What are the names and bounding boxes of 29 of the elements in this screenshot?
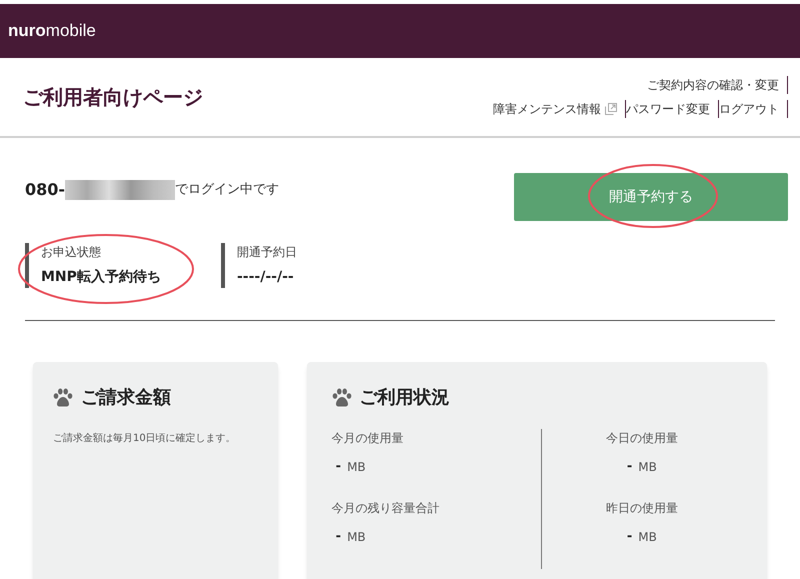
status-value: MNP転入予約待ち <box>41 268 162 287</box>
card-title: ご請求金額 <box>81 386 171 410</box>
nav-link[interactable]: パスワード変更 <box>626 100 710 118</box>
usage-value: - <box>336 458 342 476</box>
usage-label: 今月の使用量 <box>332 430 405 447</box>
usage-unit: MB <box>638 529 657 546</box>
usage-label: 昨日の使用量 <box>606 500 678 517</box>
usage-unit: MB <box>347 529 366 546</box>
nav-link[interactable]: ログアウト <box>719 100 779 118</box>
phone-number: 080- <box>25 179 66 201</box>
paw-icon <box>53 388 73 407</box>
usage-value: - <box>626 528 632 546</box>
nav-link[interactable]: ご契約内容の確認・変更 <box>647 76 779 94</box>
status-value: ----/--/-- <box>237 268 295 287</box>
status-label: お申込状態 <box>41 244 102 261</box>
logo[interactable]: nuromobile <box>8 18 96 44</box>
usage-value: - <box>336 528 342 546</box>
usage-label: 今日の使用量 <box>606 430 678 447</box>
nav-link[interactable]: 障害メンテンス情報 <box>493 100 617 118</box>
status-label: 開通予約日 <box>237 244 298 261</box>
usage-value: - <box>626 458 632 476</box>
usage-label: 今月の残り容量合計 <box>332 500 441 517</box>
login-status-text: でログイン中です <box>175 181 280 200</box>
usage-unit: MB <box>638 459 657 476</box>
paw-icon <box>332 388 352 407</box>
card-title: ご利用状況 <box>360 386 450 410</box>
billing-note: ご請求金額は毎月10日頃に確定します。 <box>53 432 237 446</box>
usage-unit: MB <box>347 459 366 476</box>
page-title: ご利用者向けページ <box>23 84 203 111</box>
